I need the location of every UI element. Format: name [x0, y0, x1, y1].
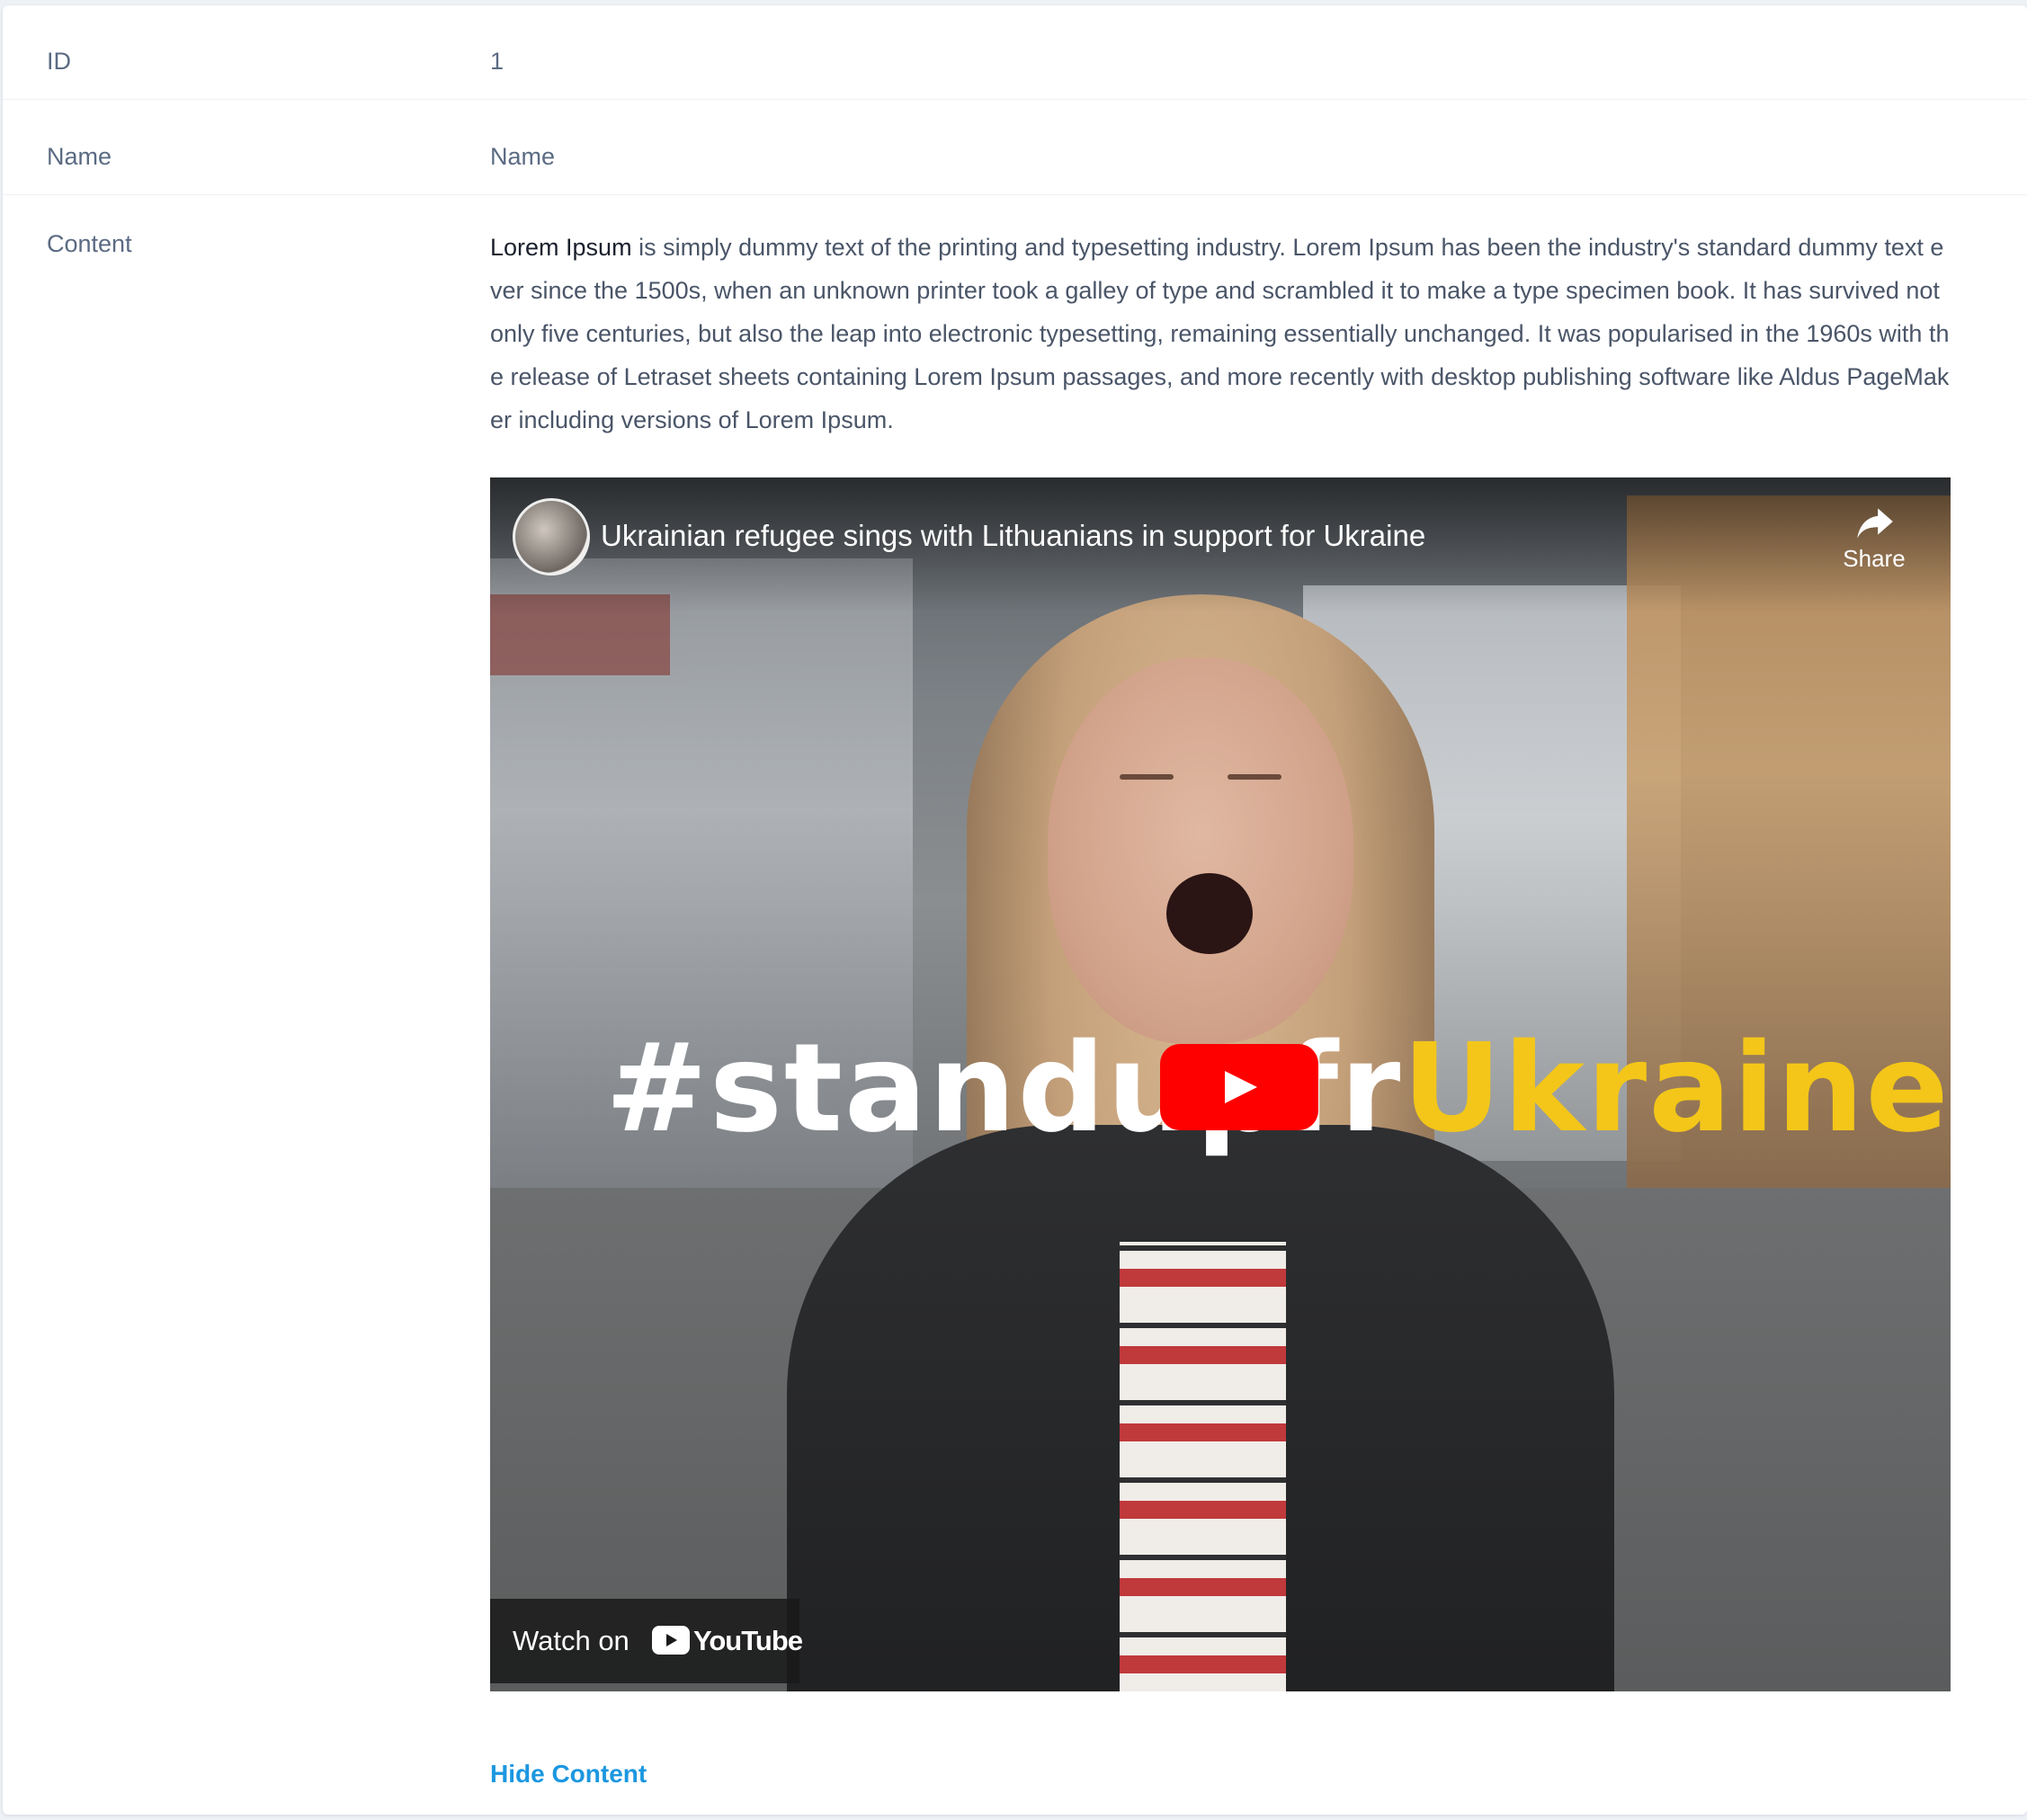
watch-on-label: Watch on [513, 1625, 630, 1656]
field-value-id: 1 [490, 48, 505, 75]
content-body: is simply dummy text of the printing and… [490, 234, 1950, 433]
field-label-content: Content [47, 230, 132, 257]
detail-card: ID 1 Name Name Content Lorem Ipsum is si… [3, 5, 2027, 1815]
video-title[interactable]: Ukrainian refugee sings with Lithuanians… [601, 517, 1425, 555]
video-scene-face [1048, 657, 1353, 1044]
youtube-logo-icon [652, 1626, 690, 1655]
play-icon [1225, 1071, 1257, 1103]
share-label: Share [1843, 545, 1906, 572]
content-text: Lorem Ipsum is simply dummy text of the … [490, 226, 1951, 442]
watch-on-youtube-button[interactable]: Watch on YouTube [490, 1599, 803, 1683]
hashtag-part-white-2: r [1340, 1018, 1403, 1160]
video-scene-shirt [1120, 1242, 1286, 1691]
video-scene-eye-left [1120, 774, 1174, 780]
field-row-id: ID 1 [3, 5, 2027, 100]
field-value-name: Name [490, 143, 556, 170]
hashtag-part-yellow: Ukraine [1402, 1018, 1951, 1160]
share-button[interactable]: Share [1834, 499, 1915, 573]
field-label-id: ID [47, 48, 71, 75]
video-scene-eye-right [1228, 774, 1281, 780]
youtube-embed[interactable]: Ukrainian refugee sings with Lithuanians… [490, 477, 1951, 1691]
field-label-name: Name [47, 143, 112, 170]
video-scene-mouth [1166, 873, 1253, 954]
channel-avatar[interactable] [513, 498, 590, 575]
hide-content-link[interactable]: Hide Content [490, 1756, 647, 1792]
field-row-content: Content Lorem Ipsum is simply dummy text… [3, 195, 2027, 1809]
play-button[interactable] [1160, 1044, 1318, 1130]
content-lead: Lorem Ipsum [490, 234, 632, 261]
content-area: Lorem Ipsum is simply dummy text of the … [490, 195, 1951, 1809]
share-icon [1834, 499, 1915, 544]
field-row-name: Name Name [3, 100, 2027, 195]
youtube-wordmark: YouTube [693, 1625, 803, 1656]
